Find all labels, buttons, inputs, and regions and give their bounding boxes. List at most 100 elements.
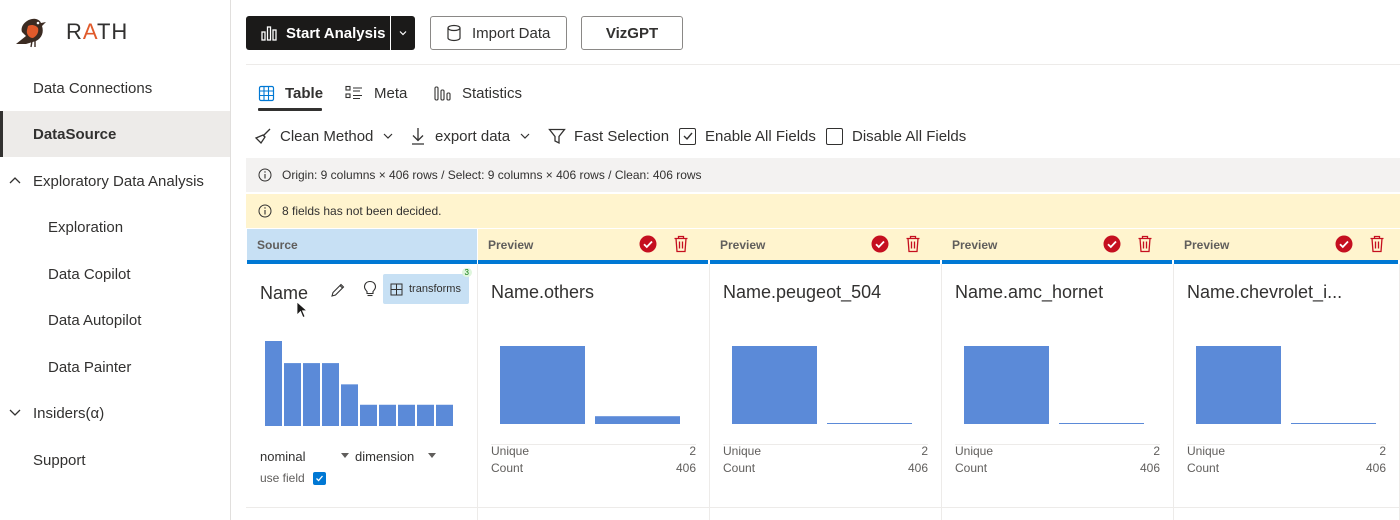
table-bottom-divider (246, 507, 1400, 508)
preview-column: Name.chevrolet_i... Unique 2 Count 406 (1174, 264, 1400, 520)
field-name[interactable]: Name.others (491, 282, 693, 303)
source-column-header: Source (247, 229, 477, 260)
column-header-label: Preview (1184, 237, 1230, 252)
sidebar-item-label: Exploration (48, 218, 124, 236)
sidebar-item-data-connections[interactable]: Data Connections (0, 65, 230, 111)
sidebar-item-label: Insiders(α) (33, 404, 105, 422)
chevron-down-icon (520, 133, 530, 139)
info-message-text: Origin: 9 columns × 406 rows / Select: 9… (282, 168, 702, 182)
start-analysis-button[interactable]: Start Analysis (246, 16, 390, 50)
clean-method-menu[interactable]: Clean Method (254, 124, 394, 148)
count-stat: Count 406 (723, 461, 928, 478)
table-icon (258, 85, 275, 101)
histogram-bar (1059, 423, 1144, 424)
histogram-bar (964, 346, 1049, 424)
preview-column: Name.peugeot_504 Unique 2 Count 406 (710, 264, 942, 520)
app-logo[interactable]: RATH (12, 14, 128, 50)
transforms-label: transforms (409, 283, 461, 295)
export-data-menu[interactable]: export data (410, 124, 531, 148)
histogram-bar (1291, 423, 1376, 424)
histogram-bar (595, 416, 680, 424)
stat-value: 2 (921, 444, 928, 458)
info-icon (258, 204, 272, 218)
count-stat: Count 406 (1187, 461, 1386, 478)
field-name[interactable]: Name.amc_hornet (955, 282, 1157, 303)
delete-icon[interactable] (1137, 235, 1153, 253)
delete-icon[interactable] (1369, 235, 1385, 253)
checkbox-checked[interactable] (679, 127, 696, 145)
sidebar-item-insiders[interactable]: Insiders(α) (0, 390, 230, 436)
column-header-label: Preview (488, 237, 534, 252)
accept-circle-icon[interactable] (871, 235, 889, 253)
sidebar-item-exploration[interactable]: Exploration (0, 204, 230, 250)
toolbar-divider (246, 64, 1400, 65)
source-column: Name transforms 3 nominal dimension use … (247, 264, 478, 520)
histogram-bar (360, 404, 377, 426)
import-data-button[interactable]: Import Data (430, 16, 567, 50)
delete-icon[interactable] (673, 235, 689, 253)
stat-label: Unique (723, 444, 762, 458)
enable-all-fields-checkbox[interactable]: Enable All Fields (679, 124, 816, 148)
sidebar-item-datasource[interactable]: DataSource (0, 111, 230, 157)
delete-icon[interactable] (905, 235, 921, 253)
stat-label: Count (723, 461, 756, 475)
accept-circle-icon[interactable] (1103, 235, 1121, 253)
preview-histogram (1196, 346, 1376, 424)
sidebar-item-data-autopilot[interactable]: Data Autopilot (0, 297, 230, 343)
histogram-bar (379, 404, 396, 426)
sidebar-item-support[interactable]: Support (0, 437, 230, 483)
unique-stat: Unique 2 (723, 444, 928, 461)
sidebar-item-label: Data Connections (33, 79, 153, 97)
import-data-label: Import Data (472, 24, 551, 42)
warning-message-text: 8 fields has not been decided. (282, 204, 442, 218)
stat-label: Unique (955, 444, 994, 458)
sidebar-item-data-painter[interactable]: Data Painter (0, 344, 230, 390)
info-message-bar: Origin: 9 columns × 406 rows / Select: 9… (246, 158, 1400, 192)
start-analysis-dropdown[interactable] (391, 16, 415, 50)
accept-circle-icon[interactable] (639, 235, 657, 253)
use-field-checkbox[interactable] (312, 471, 326, 485)
tab-statistics[interactable]: Statistics (434, 78, 522, 108)
sidebar-item-exploratory-data-analysis[interactable]: Exploratory Data Analysis (0, 158, 230, 204)
vizgpt-label: VizGPT (605, 24, 659, 42)
count-stat: Count 406 (491, 461, 696, 478)
use-field-toggle[interactable]: use field (260, 470, 326, 486)
sidebar-item-label: Support (33, 451, 86, 469)
stat-value: 406 (907, 461, 928, 475)
stat-label: Count (1187, 461, 1220, 475)
count-stat: Count 406 (955, 461, 1160, 478)
histogram-bar (436, 404, 453, 426)
stat-value: 2 (689, 444, 696, 458)
vizgpt-button[interactable]: VizGPT (581, 16, 683, 50)
source-histogram (265, 341, 453, 426)
fast-selection-button[interactable]: Fast Selection (548, 124, 669, 148)
field-name[interactable]: Name.peugeot_504 (723, 282, 925, 303)
download-icon (412, 128, 424, 145)
tab-label: Statistics (462, 84, 523, 102)
disable-all-fields-checkbox[interactable]: Disable All Fields (826, 124, 966, 148)
histogram-bar (1196, 346, 1281, 424)
preview-column: Name.amc_hornet Unique 2 Count 406 (942, 264, 1174, 520)
unique-stat: Unique 2 (1187, 444, 1386, 461)
preview-histogram (500, 346, 680, 424)
pencil-icon[interactable] (330, 282, 346, 298)
stat-value: 406 (1365, 461, 1386, 475)
checkmark-icon (315, 475, 323, 482)
use-field-label: use field (260, 471, 305, 485)
accept-circle-icon[interactable] (1335, 235, 1353, 253)
tab-meta[interactable]: Meta (345, 78, 407, 108)
checkmark-icon (683, 132, 693, 141)
semantic-type-dropdown[interactable]: nominal (260, 447, 350, 465)
checkbox-unchecked[interactable] (826, 127, 843, 145)
sidebar-item-label: Data Autopilot (48, 311, 142, 329)
filter-icon (548, 128, 566, 144)
analytic-type-dropdown[interactable]: dimension (355, 447, 437, 465)
preview-histogram (964, 346, 1144, 424)
sidebar-item-label: Exploratory Data Analysis (33, 172, 204, 190)
tab-table[interactable]: Table (258, 78, 323, 108)
lightbulb-icon[interactable] (362, 280, 378, 298)
field-name[interactable]: Name.chevrolet_i... (1187, 282, 1383, 303)
warning-message-bar: 8 fields has not been decided. (246, 194, 1400, 228)
sidebar-item-data-copilot[interactable]: Data Copilot (0, 251, 230, 297)
transforms-button[interactable]: transforms 3 (383, 268, 472, 304)
